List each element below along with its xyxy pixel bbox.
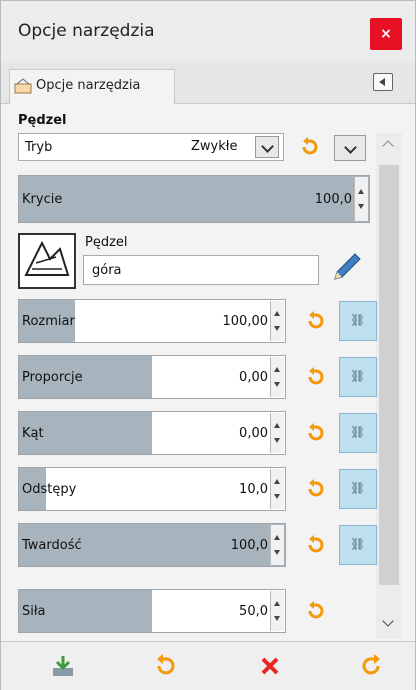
aspect-value: 0,00 <box>239 370 268 385</box>
force-reset-icon[interactable] <box>304 599 328 623</box>
chain-link-icon: ⛓ <box>350 425 366 439</box>
title-bar: Opcje narzędzia × <box>1 1 415 63</box>
window-title: Opcje narzędzia <box>18 21 155 41</box>
spacing-spinner[interactable] <box>270 469 284 509</box>
angle-label: Kąt <box>22 426 44 441</box>
hardness-label: Twardość <box>22 538 82 553</box>
spacing-reset-icon[interactable] <box>304 477 328 501</box>
tab-menu-button[interactable] <box>373 73 393 91</box>
size-link-button[interactable]: ⛓ <box>339 301 377 341</box>
aspect-link-button[interactable]: ⛓ <box>339 357 377 397</box>
vertical-scrollbar[interactable] <box>376 133 402 639</box>
mode-options-dropdown[interactable] <box>334 135 366 161</box>
chain-link-icon: ⛓ <box>350 313 366 327</box>
chevron-down-icon <box>261 140 274 153</box>
size-reset-icon[interactable] <box>304 309 328 333</box>
size-spinner[interactable] <box>270 301 284 341</box>
angle-spinner[interactable] <box>270 413 284 453</box>
opacity-value: 100,0 <box>314 192 352 207</box>
chain-link-icon: ⛓ <box>350 481 366 495</box>
hardness-spinner[interactable] <box>270 525 284 565</box>
mode-reset-icon[interactable] <box>298 135 322 159</box>
spacing-link-button[interactable]: ⛓ <box>339 469 377 509</box>
hardness-link-button[interactable]: ⛓ <box>339 525 377 565</box>
force-label: Siła <box>22 604 46 619</box>
brush-name-value: góra <box>92 263 122 278</box>
mode-value: Zwykłe <box>191 139 238 154</box>
hardness-slider[interactable]: Twardość 100,0 <box>18 523 286 567</box>
spacing-slider[interactable]: Odstępy 10,0 <box>18 467 286 511</box>
force-spinner[interactable] <box>270 591 284 631</box>
chevron-down-icon <box>344 141 357 154</box>
spacing-value: 10,0 <box>239 482 268 497</box>
opacity-slider[interactable]: Krycie 100,0 <box>18 175 370 223</box>
tab-bar: Opcje narzędzia <box>1 63 415 104</box>
tool-options-icon <box>14 78 32 94</box>
force-value: 50,0 <box>239 604 268 619</box>
aspect-reset-icon[interactable] <box>304 365 328 389</box>
aspect-slider[interactable]: Proporcje 0,00 <box>18 355 286 399</box>
aspect-spinner[interactable] <box>270 357 284 397</box>
size-slider[interactable]: Rozmiar 100,00 <box>18 299 286 343</box>
mode-label: Tryb <box>25 140 53 155</box>
angle-reset-icon[interactable] <box>304 421 328 445</box>
brush-preview-icon <box>24 240 70 276</box>
tool-options-window: Opcje narzędzia × Opcje narzędzia Pędzel… <box>0 0 416 690</box>
chain-link-icon: ⛓ <box>350 369 366 383</box>
reset-icon[interactable] <box>358 652 386 680</box>
angle-link-button[interactable]: ⛓ <box>339 413 377 453</box>
tab-label: Opcje narzędzia <box>36 78 141 93</box>
scrollbar-thumb[interactable] <box>379 165 399 585</box>
brush-label: Pędzel <box>85 235 128 250</box>
brush-preview-button[interactable] <box>18 233 76 289</box>
brush-group-title: Pędzel <box>18 113 67 128</box>
force-slider[interactable]: Siła 50,0 <box>18 589 286 633</box>
angle-value: 0,00 <box>239 426 268 441</box>
restore-icon[interactable] <box>151 652 179 680</box>
edit-brush-pencil-icon[interactable] <box>331 249 361 283</box>
close-button[interactable]: × <box>370 18 402 50</box>
opacity-label: Krycie <box>22 192 63 207</box>
tab-tool-options[interactable]: Opcje narzędzia <box>9 69 175 104</box>
chain-link-icon: ⛓ <box>350 537 366 551</box>
bottom-toolbar <box>1 641 415 690</box>
mode-dropdown-button[interactable] <box>255 136 279 158</box>
scroll-down-icon[interactable] <box>382 615 394 627</box>
hardness-reset-icon[interactable] <box>304 533 328 557</box>
spacing-label: Odstępy <box>22 482 77 497</box>
size-label: Rozmiar <box>22 314 75 329</box>
save-icon[interactable] <box>49 652 77 680</box>
mode-select[interactable]: Tryb Zwykłe <box>18 133 284 161</box>
delete-icon[interactable] <box>256 652 284 680</box>
scroll-up-icon[interactable] <box>382 140 394 152</box>
hardness-value: 100,0 <box>230 538 268 553</box>
brush-name-field[interactable]: góra <box>83 255 319 285</box>
aspect-label: Proporcje <box>22 370 83 385</box>
angle-slider[interactable]: Kąt 0,00 <box>18 411 286 455</box>
size-value: 100,00 <box>222 314 269 329</box>
opacity-spinner[interactable] <box>354 177 368 221</box>
